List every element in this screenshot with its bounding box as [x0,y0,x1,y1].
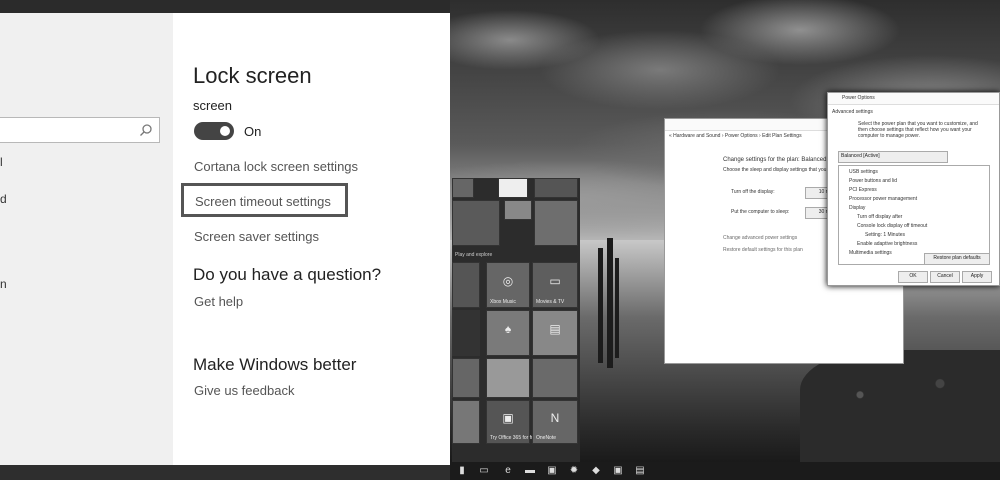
feedback-heading: Make Windows better [193,355,357,374]
tree-item[interactable]: Enable adaptive brightness [857,241,917,247]
tile[interactable] [452,400,480,444]
tree-item[interactable]: Processor power management [849,196,917,202]
movies-tv-tile[interactable]: ▭ Movies & TV [532,262,578,308]
cortana-lock-screen-link[interactable]: Cortana lock screen settings [194,159,358,174]
advanced-settings-tab[interactable]: Advanced settings [832,109,873,115]
app-icon[interactable]: ▣ [612,465,624,477]
start-menu: Play and explore ◎ Xbox Music ▭ Movies &… [452,178,580,462]
breadcrumb[interactable]: « Hardware and Sound › Power Options › E… [669,133,802,139]
restore-defaults-link[interactable]: Restore default settings for this plan [723,247,803,253]
app-icon[interactable]: ▤ [634,465,646,477]
give-feedback-link[interactable]: Give us feedback [194,383,294,398]
dialog-description: Select the power plan that you want to c… [858,121,978,139]
tile[interactable] [452,310,480,356]
tile[interactable] [452,178,474,198]
tree-item[interactable]: PCI Express [849,187,877,193]
tile[interactable] [504,200,532,220]
tile[interactable] [452,358,480,398]
cards-icon: ♠ [504,321,512,336]
solitaire-tile[interactable]: ♠ [486,310,530,356]
plan-heading: Change settings for the plan: Balanced [723,157,827,163]
xbox-music-tile[interactable]: ◎ Xbox Music [486,262,530,308]
cancel-button[interactable]: Cancel [930,271,960,283]
office-tile[interactable]: ▣ Try Office 365 for free [486,400,538,444]
tree-item[interactable]: Display [849,205,865,211]
lock-screen-toggle[interactable] [194,122,234,140]
film-icon: ▭ [549,273,561,288]
search-icon[interactable] [139,123,153,137]
store-icon[interactable]: ▣ [546,465,558,477]
edge-icon[interactable]: e [502,465,514,477]
screen-saver-link[interactable]: Screen saver settings [194,229,319,244]
search-input[interactable] [0,117,160,143]
ok-button[interactable]: OK [898,271,928,283]
dialog-title: Power Options [842,95,875,101]
settings-tree: USB settings Power buttons and lid PCI E… [838,165,990,265]
question-heading: Do you have a question? [193,265,382,284]
file-explorer-icon[interactable]: ▬ [524,465,536,477]
get-help-link[interactable]: Get help [194,294,243,309]
restore-plan-defaults-button[interactable]: Restore plan defaults [924,253,990,265]
start-section-label: Play and explore [455,252,493,258]
toggle-state-label: On [244,124,262,139]
pier-post [598,248,603,363]
tile[interactable] [498,178,528,198]
display-off-label: Turn off the display: [731,189,775,195]
settings-gear-icon[interactable]: ✹ [568,465,580,477]
task-view-icon[interactable]: ▭ [478,465,490,477]
onenote-tile[interactable]: N OneNote [532,400,578,444]
desktop-panel: Play and explore ◎ Xbox Music ▭ Movies &… [450,0,1000,480]
power-options-dialog: Power Options Advanced settings Select t… [827,92,1000,286]
sleep-label: Put the computer to sleep: [731,209,790,215]
tree-item[interactable]: USB settings [849,169,878,175]
tile[interactable] [486,358,530,398]
tree-item[interactable]: Multimedia settings [849,250,892,256]
settings-sidebar: l d n [0,13,173,465]
office-icon: ▣ [502,410,514,425]
plan-select[interactable]: Balanced [Active] [838,151,948,163]
toggle-caption: screen [193,98,233,113]
page-title: Lock screen [193,63,312,88]
tree-item[interactable]: Turn off display after [857,214,902,220]
tree-item[interactable]: Setting: 1 Minutes [865,232,905,238]
tile-label: Movies & TV [536,299,565,305]
mic-icon[interactable]: ▮ [456,465,468,477]
wallpaper-rocks [800,350,1000,462]
window-bottom-bar [0,465,450,480]
tile-label: Xbox Music [490,299,516,305]
sidebar-item-fragment[interactable]: l [0,155,3,169]
screen-timeout-link[interactable]: Screen timeout settings [181,183,348,217]
window-top-bar [0,0,450,13]
tile[interactable] [452,200,500,246]
taskbar: ▮ ▭ e ▬ ▣ ✹ ◆ ▣ ▤ [450,462,1000,480]
tile[interactable] [532,358,578,398]
apply-button[interactable]: Apply [962,271,992,283]
flipboard-tile[interactable]: ▤ [532,310,578,356]
settings-panel: l d n Lock screen screen On Cortana lock… [0,0,450,480]
pier-post [615,258,619,358]
advanced-settings-link[interactable]: Change advanced power settings [723,235,797,241]
tile[interactable] [452,262,480,308]
app-icon[interactable]: ◆ [590,465,602,477]
pier-post [607,238,613,368]
toggle-knob [220,126,230,136]
tree-item[interactable]: Power buttons and lid [849,178,897,184]
tile-label: OneNote [536,435,557,441]
news-icon: ▤ [549,321,561,336]
tile[interactable] [534,200,578,246]
sidebar-item-fragment[interactable]: n [0,277,7,291]
dialog-title-bar: Power Options [828,93,999,105]
onenote-icon: N [550,410,560,425]
sidebar-item-fragment[interactable]: d [0,192,7,206]
tree-item[interactable]: Console lock display off timeout [857,223,927,229]
music-icon: ◎ [502,273,514,288]
tile[interactable] [534,178,578,198]
